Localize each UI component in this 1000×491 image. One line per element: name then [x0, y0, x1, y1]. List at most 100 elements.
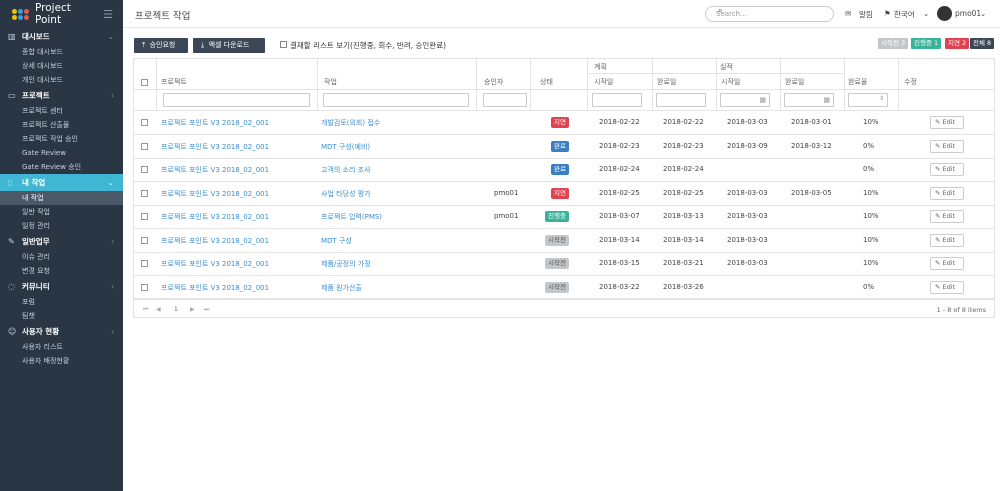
row-task-link[interactable]: 개발검토(외회) 접수 [321, 118, 380, 128]
row-task-link[interactable]: 고객의 소리 조사 [321, 165, 371, 175]
row-checkbox[interactable] [141, 166, 148, 173]
filter-plan-start-input[interactable] [592, 93, 642, 107]
filter-task-input[interactable] [323, 93, 469, 107]
row-project-link[interactable]: 프로젝트 포인트 V3 2018_02_001 [161, 142, 269, 152]
row-checkbox[interactable] [141, 283, 148, 291]
sidebar-item-detail-dashboard[interactable]: 상세 대시보드 [0, 59, 123, 73]
row-task-link[interactable]: 제품 원가산출 [321, 283, 362, 293]
row-project-link[interactable]: 프로젝트 포인트 V3 2018_02_001 [161, 165, 269, 175]
filter-approver-input[interactable] [483, 93, 527, 107]
header-progress[interactable]: 완료율 [848, 77, 867, 87]
status-badge-delayed[interactable]: 지연 2 [945, 38, 970, 49]
header-actual-start[interactable]: 시작일 [721, 77, 740, 87]
row-task-link[interactable]: 사업 타당성 평가 [321, 189, 371, 199]
nav-section-project[interactable]: ▭ 프로젝트 ‹ [0, 87, 123, 104]
nav-section-users[interactable]: ☺ 사용자 현황 ‹ [0, 323, 123, 340]
row-checkbox[interactable] [141, 236, 148, 244]
row-progress: 10% [863, 259, 879, 267]
row-checkbox[interactable] [141, 213, 148, 220]
filter-project-input[interactable] [163, 93, 310, 107]
sidebar-item-gate-review-approval[interactable]: Gate Review 승인 [0, 160, 123, 174]
row-project-link[interactable]: 프로젝트 포인트 V3 2018_02_001 [161, 212, 269, 222]
filter-progress-input[interactable]: ⇕ [848, 93, 888, 107]
sidebar-item-schedule[interactable]: 일정 관리 [0, 219, 123, 233]
row-plan-start: 2018-03-07 [599, 212, 640, 220]
header-approver[interactable]: 승인자 [484, 77, 503, 87]
edit-button[interactable]: ✎ Edit [930, 257, 964, 270]
nav-section-my-tasks[interactable]: ▯ 내 작업 ⌄ [0, 174, 123, 191]
header-actual-end[interactable]: 완료일 [785, 77, 804, 87]
sidebar-item-overall-dashboard[interactable]: 종합 대시보드 [0, 45, 123, 59]
chevron-left-icon: ‹ [111, 327, 114, 336]
filter-actual-end-input[interactable]: ▦ [784, 93, 834, 107]
pager-next-icon[interactable]: ▶ [190, 306, 195, 313]
calendar-icon[interactable]: ▦ [823, 96, 830, 104]
row-project-link[interactable]: 프로젝트 포인트 V3 2018_02_001 [161, 283, 269, 293]
pager-first-icon[interactable]: ⏮ [143, 306, 148, 314]
edit-button[interactable]: ✎ Edit [930, 280, 964, 294]
header-project[interactable]: 프로젝트 [161, 77, 187, 87]
status-badge-not-started[interactable]: 시작전 3 [878, 38, 909, 49]
header-status[interactable]: 상태 [540, 77, 553, 87]
header-plan-end[interactable]: 완료일 [657, 77, 676, 87]
row-checkbox[interactable] [141, 260, 148, 267]
calendar-icon[interactable]: ▦ [759, 96, 766, 104]
brand[interactable]: Project Point ☰ [0, 0, 123, 28]
sidebar-item-forum[interactable]: 포럼 [0, 295, 123, 309]
search-icon[interactable]: ⌕ [718, 6, 722, 16]
nav-section-general-work[interactable]: ✎ 일반업무 ‹ [0, 233, 123, 250]
sidebar-item-change-requests[interactable]: 변경 요청 [0, 264, 123, 278]
sidebar-item-my-tasks[interactable]: 내 작업 [0, 191, 123, 205]
pager-current-page[interactable]: 1 [174, 306, 178, 313]
sidebar-item-general-tasks[interactable]: 일반 작업 [0, 205, 123, 219]
row-checkbox[interactable] [141, 189, 148, 197]
search-input[interactable]: Search... [705, 6, 834, 22]
menu-toggle-icon[interactable]: ☰ [103, 8, 113, 21]
sidebar-item-gate-review[interactable]: Gate Review [0, 146, 123, 160]
user-name[interactable]: pmo01 [955, 9, 981, 18]
row-project-link[interactable]: 프로젝트 포인트 V3 2018_02_001 [161, 118, 269, 128]
edit-button[interactable]: ✎ Edit [930, 163, 964, 176]
status-badge-in-progress[interactable]: 진행중 1 [911, 38, 942, 49]
sidebar-item-personal-dashboard[interactable]: 개인 대시보드 [0, 73, 123, 87]
sidebar-item-task-approval[interactable]: 프로젝트 작업 승인 [0, 132, 123, 146]
status-badge-total[interactable]: 전체 8 [970, 38, 995, 49]
language-select[interactable]: 한국어 [894, 9, 915, 20]
avatar[interactable] [937, 6, 952, 21]
row-project-link[interactable]: 프로젝트 포인트 V3 2018_02_001 [161, 189, 269, 199]
sidebar-item-project-deliverables[interactable]: 프로젝트 산출물 [0, 118, 123, 132]
header-plan-start[interactable]: 시작일 [594, 77, 613, 87]
row-project-link[interactable]: 프로젝트 포인트 V3 2018_02_001 [161, 236, 269, 246]
select-all-checkbox[interactable] [141, 79, 148, 86]
mail-icon[interactable]: ✉ [845, 9, 851, 18]
edit-button[interactable]: ✎ Edit [930, 210, 964, 223]
edit-button[interactable]: ✎ Edit [930, 116, 964, 129]
sidebar-item-project-center[interactable]: 프로젝트 센터 [0, 104, 123, 118]
sidebar-item-issues[interactable]: 이슈 관리 [0, 250, 123, 264]
pager-last-icon[interactable]: ⏭ [204, 306, 209, 314]
edit-button[interactable]: ✎ Edit [930, 233, 964, 247]
row-checkbox[interactable] [141, 119, 148, 126]
row-task-link[interactable]: 프로젝트 입력(PMS) [321, 212, 382, 222]
row-project-link[interactable]: 프로젝트 포인트 V3 2018_02_001 [161, 259, 269, 269]
edit-button[interactable]: ✎ Edit [930, 139, 964, 153]
row-task-link[interactable]: MDT 구성 [321, 236, 352, 246]
header-task[interactable]: 작업 [324, 77, 337, 87]
edit-button[interactable]: ✎ Edit [930, 186, 964, 200]
sidebar-item-user-assignment[interactable]: 사용자 배정현황 [0, 354, 123, 368]
sidebar-item-user-list[interactable]: 사용자 리스트 [0, 340, 123, 354]
alerts-link[interactable]: 알림 [859, 9, 873, 20]
stepper-icon[interactable]: ⇕ [879, 95, 884, 102]
approval-request-button[interactable]: ⤒ 승인요청 [134, 38, 188, 53]
excel-download-button[interactable]: ⤓ 엑셀 다운로드 [193, 38, 265, 53]
nav-section-dashboard[interactable]: ▥ 대시보드 ⌄ [0, 28, 123, 45]
row-task-link[interactable]: 제품/공정의 가정 [321, 259, 371, 269]
filter-plan-end-input[interactable] [656, 93, 706, 107]
filter-actual-start-input[interactable]: ▦ [720, 93, 770, 107]
row-task-link[interactable]: MDT 구성(예비) [321, 142, 370, 152]
sidebar-item-team-chat[interactable]: 팀챗 [0, 309, 123, 323]
approval-list-checkbox[interactable] [280, 41, 287, 48]
nav-section-community[interactable]: ◌ 커뮤니티 ‹ [0, 278, 123, 295]
pager-prev-icon[interactable]: ◀ [156, 306, 161, 313]
row-checkbox[interactable] [141, 142, 148, 150]
